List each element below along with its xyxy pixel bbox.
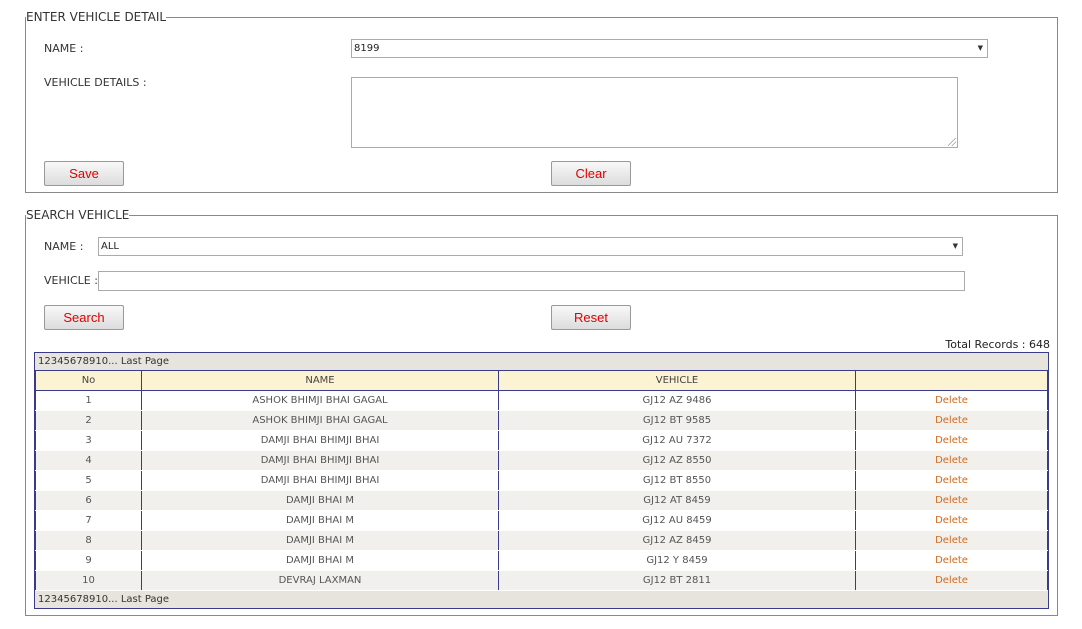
delete-link[interactable]: Delete — [855, 410, 1048, 431]
last-page-link[interactable]: Last Page — [121, 356, 169, 367]
reset-button[interactable]: Reset — [551, 305, 631, 330]
col-header-vehicle: VEHICLE — [498, 370, 856, 391]
table-row: 7 DAMJI BHAI M GJ12 AU 8459 Delete — [35, 510, 1048, 531]
search-name-label: NAME : — [44, 240, 84, 253]
entry-name-value: 8199 — [354, 43, 380, 54]
search-name-select[interactable]: ALL ▼ — [98, 237, 963, 256]
table-row: 3 DAMJI BHAI BHIMJI BHAI GJ12 AU 7372 De… — [35, 430, 1048, 451]
cell-vehicle: GJ12 AZ 9486 — [498, 390, 856, 411]
cell-name: ASHOK BHIMJI BHAI GAGAL — [141, 410, 499, 431]
page-link-more[interactable]: ... — [108, 594, 118, 605]
page-link-more[interactable]: ... — [108, 356, 118, 367]
cell-no: 2 — [35, 410, 142, 431]
cell-name: ASHOK BHIMJI BHAI GAGAL — [141, 390, 499, 411]
cell-no: 6 — [35, 490, 142, 511]
cell-vehicle: GJ12 Y 8459 — [498, 550, 856, 571]
col-header-name: NAME — [141, 370, 499, 391]
cell-no: 7 — [35, 510, 142, 531]
cell-vehicle: GJ12 BT 2811 — [498, 570, 856, 591]
cell-name: DAMJI BHAI BHIMJI BHAI — [141, 470, 499, 491]
table-header-row: No NAME VEHICLE — [35, 370, 1048, 391]
chevron-down-icon: ▼ — [977, 44, 983, 52]
search-vehicle-label: VEHICLE : — [44, 274, 98, 287]
cell-vehicle: GJ12 BT 8550 — [498, 470, 856, 491]
table-row: 9 DAMJI BHAI M GJ12 Y 8459 Delete — [35, 550, 1048, 571]
table-row: 4 DAMJI BHAI BHIMJI BHAI GJ12 AZ 8550 De… — [35, 450, 1048, 471]
cell-no: 3 — [35, 430, 142, 451]
cell-vehicle: GJ12 AU 7372 — [498, 430, 856, 451]
entry-name-label: NAME : — [44, 42, 84, 55]
search-name-value: ALL — [101, 241, 119, 252]
cell-vehicle: GJ12 BT 9585 — [498, 410, 856, 431]
cell-name: DAMJI BHAI BHIMJI BHAI — [141, 450, 499, 471]
vehicle-table: No NAME VEHICLE 1 ASHOK BHIMJI BHAI GAGA… — [35, 370, 1048, 591]
delete-link[interactable]: Delete — [855, 570, 1048, 591]
chevron-down-icon: ▼ — [952, 242, 958, 250]
cell-vehicle: GJ12 AZ 8550 — [498, 450, 856, 471]
resize-grip-icon[interactable] — [948, 138, 956, 146]
table-row: 10 DEVRAJ LAXMAN GJ12 BT 2811 Delete — [35, 570, 1048, 591]
delete-link[interactable]: Delete — [855, 490, 1048, 511]
vehicle-details-label: VEHICLE DETAILS : — [44, 76, 147, 89]
table-row: 5 DAMJI BHAI BHIMJI BHAI GJ12 BT 8550 De… — [35, 470, 1048, 491]
table-row: 2 ASHOK BHIMJI BHAI GAGAL GJ12 BT 9585 D… — [35, 410, 1048, 431]
cell-name: DAMJI BHAI BHIMJI BHAI — [141, 430, 499, 451]
page-link[interactable]: 10 — [95, 356, 108, 367]
vehicle-details-textarea[interactable] — [351, 77, 958, 148]
page-link[interactable]: 10 — [95, 594, 108, 605]
cell-no: 1 — [35, 390, 142, 411]
cell-vehicle: GJ12 AZ 8459 — [498, 530, 856, 551]
save-button[interactable]: Save — [44, 161, 124, 186]
cell-name: DAMJI BHAI M — [141, 510, 499, 531]
pager-bottom: 12345678910... Last Page — [35, 591, 1048, 608]
clear-button[interactable]: Clear — [551, 161, 631, 186]
delete-link[interactable]: Delete — [855, 450, 1048, 471]
cell-name: DEVRAJ LAXMAN — [141, 570, 499, 591]
cell-vehicle: GJ12 AU 8459 — [498, 510, 856, 531]
total-records: Total Records : 648 — [945, 338, 1050, 351]
delete-link[interactable]: Delete — [855, 470, 1048, 491]
vehicle-grid: 12345678910... Last Page No NAME VEHICLE… — [34, 352, 1049, 609]
table-row: 1 ASHOK BHIMJI BHAI GAGAL GJ12 AZ 9486 D… — [35, 390, 1048, 411]
cell-no: 10 — [35, 570, 142, 591]
delete-link[interactable]: Delete — [855, 510, 1048, 531]
delete-link[interactable]: Delete — [855, 530, 1048, 551]
cell-name: DAMJI BHAI M — [141, 530, 499, 551]
delete-link[interactable]: Delete — [855, 390, 1048, 411]
cell-no: 5 — [35, 470, 142, 491]
cell-no: 8 — [35, 530, 142, 551]
pager-top: 12345678910... Last Page — [35, 353, 1048, 370]
last-page-link[interactable]: Last Page — [121, 594, 169, 605]
table-row: 8 DAMJI BHAI M GJ12 AZ 8459 Delete — [35, 530, 1048, 551]
delete-link[interactable]: Delete — [855, 430, 1048, 451]
cell-no: 4 — [35, 450, 142, 471]
search-vehicle-legend: SEARCH VEHICLE — [26, 208, 130, 222]
col-header-no: No — [35, 370, 142, 391]
search-button[interactable]: Search — [44, 305, 124, 330]
table-row: 6 DAMJI BHAI M GJ12 AT 8459 Delete — [35, 490, 1048, 511]
search-vehicle-input[interactable] — [98, 271, 965, 291]
cell-no: 9 — [35, 550, 142, 571]
delete-link[interactable]: Delete — [855, 550, 1048, 571]
vehicle-entry-legend: ENTER VEHICLE DETAIL — [26, 10, 167, 24]
entry-name-select[interactable]: 8199 ▼ — [351, 39, 988, 58]
col-header-action — [855, 370, 1048, 391]
cell-name: DAMJI BHAI M — [141, 490, 499, 511]
cell-name: DAMJI BHAI M — [141, 550, 499, 571]
cell-vehicle: GJ12 AT 8459 — [498, 490, 856, 511]
